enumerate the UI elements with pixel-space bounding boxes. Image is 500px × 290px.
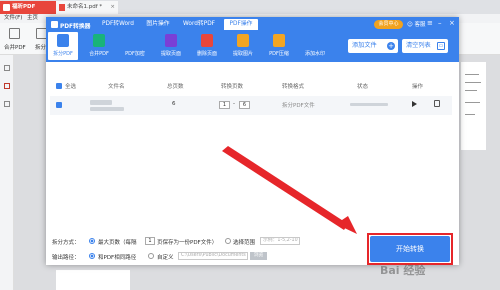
arrow-shaft <box>222 146 348 230</box>
red-arrow-annotation <box>222 146 357 234</box>
watermark-text: Bai 经验 <box>380 264 426 277</box>
